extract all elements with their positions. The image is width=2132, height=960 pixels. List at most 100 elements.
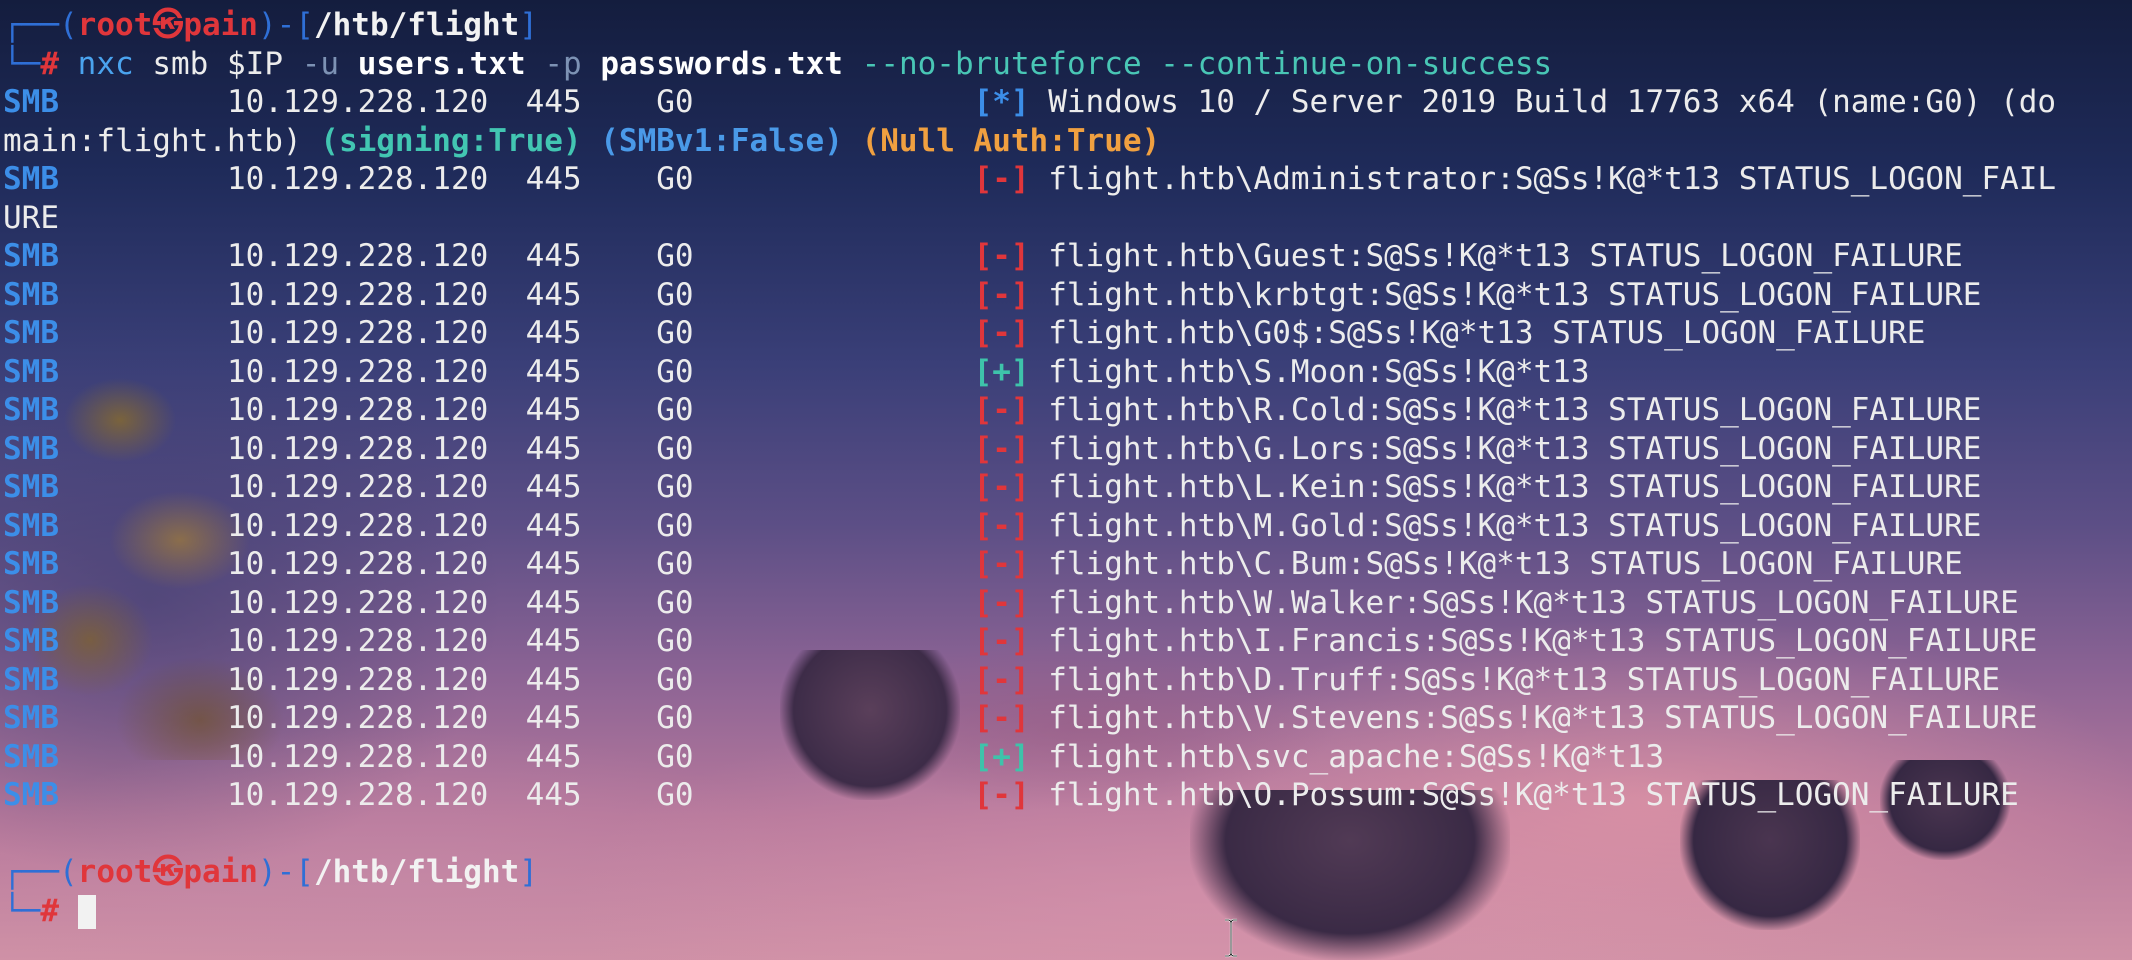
signing-info: (signing:True) xyxy=(320,122,582,159)
domain-info: main:flight.htb) xyxy=(3,122,321,159)
credential-result: flight.htb\krbtgt:S@Ss!K@*t13 STATUS_LOG… xyxy=(1048,276,1982,313)
target-ip: 10.129.228.120 xyxy=(226,623,489,659)
credential-result-wrap: URE xyxy=(3,199,59,236)
target-ip: 10.129.228.120 xyxy=(226,276,489,313)
target-port: 445 xyxy=(525,161,582,197)
block-cursor-icon xyxy=(77,895,96,929)
command-pass-file: passwords.txt xyxy=(600,45,843,82)
target-ip: 10.129.228.120 xyxy=(226,777,489,813)
target-ip: 10.129.228.120 xyxy=(226,430,489,467)
status-tag: [-] xyxy=(973,315,1030,351)
prompt-frame: └─ xyxy=(3,892,41,929)
credential-result: flight.htb\Guest:S@Ss!K@*t13 STATUS_LOGO… xyxy=(1048,238,1963,274)
target-host: G0 xyxy=(656,469,694,505)
os-info: Windows 10 / Server 2019 Build 17763 x64… xyxy=(1048,84,2057,120)
result-row: SMB 10.129.228.120 445 G0 [-] flight.htb… xyxy=(3,699,2132,738)
result-row: SMB 10.129.228.120 445 G0 [+] flight.htb… xyxy=(3,353,2132,392)
proto-label: SMB xyxy=(3,430,59,467)
target-host: G0 xyxy=(656,738,694,775)
result-row: SMB 10.129.228.120 445 G0 [-] flight.htb… xyxy=(3,430,2132,469)
command-user-file: users.txt xyxy=(357,45,526,82)
result-row: SMB 10.129.228.120 445 G0 [-] flight.htb… xyxy=(3,545,2132,584)
command-tool: nxc xyxy=(77,45,134,82)
credential-result: flight.htb\S.Moon:S@Ss!K@*t13 xyxy=(1048,353,1590,390)
status-tag: [-] xyxy=(973,661,1030,698)
result-row: SMB 10.129.228.120 445 G0 [-] flight.htb… xyxy=(3,584,2132,623)
result-row: SMB 10.129.228.120 445 G0 [-] flight.htb… xyxy=(3,237,2132,276)
status-tag: [-] xyxy=(973,238,1030,274)
target-port: 445 xyxy=(525,546,582,582)
result-row: SMB 10.129.228.120 445 G0 [-] flight.htb… xyxy=(3,776,2132,815)
target-host: G0 xyxy=(656,777,694,813)
credential-result: flight.htb\Administrator:S@Ss!K@*t13 STA… xyxy=(1048,161,2057,197)
result-row: SMB 10.129.228.120 445 G0 [+] flight.htb… xyxy=(3,738,2132,777)
target-host: G0 xyxy=(656,238,694,274)
prompt-frame: )-[ xyxy=(257,854,314,890)
status-tag: [-] xyxy=(973,546,1030,582)
credential-result: flight.htb\I.Francis:S@Ss!K@*t13 STATUS_… xyxy=(1048,623,2038,659)
target-host: G0 xyxy=(656,623,694,659)
target-ip: 10.129.228.120 xyxy=(226,507,489,544)
target-host: G0 xyxy=(656,315,694,351)
prompt-user: root xyxy=(77,7,153,43)
prompt-frame: ┌──( xyxy=(3,7,78,43)
command-protocol: smb xyxy=(152,45,209,82)
credential-result: flight.htb\G.Lors:S@Ss!K@*t13 STATUS_LOG… xyxy=(1048,430,1982,467)
target-port: 445 xyxy=(525,738,582,775)
command-target: $IP xyxy=(227,45,284,82)
info-tag: [*] xyxy=(973,84,1030,120)
prompt-symbol: # xyxy=(40,45,59,82)
prompt-frame: ] xyxy=(519,7,538,43)
prompt-header: ┌──(root㉿pain)-[/htb/flight] xyxy=(3,6,2132,45)
proto-label: SMB xyxy=(3,661,59,698)
target-host: G0 xyxy=(656,700,694,736)
target-port: 445 xyxy=(525,315,582,351)
prompt-host: pain xyxy=(183,7,258,43)
input-line[interactable]: └─# xyxy=(3,892,2132,931)
proto-label: SMB xyxy=(3,353,59,390)
terminal-output[interactable]: ┌──(root㉿pain)-[/htb/flight] └─# nxc smb… xyxy=(3,6,2132,930)
target-port: 445 xyxy=(525,507,582,544)
result-row: SMB 10.129.228.120 445 G0 [-] flight.htb… xyxy=(3,468,2132,507)
target-ip: 10.129.228.120 xyxy=(226,469,489,505)
null-auth-info: (Null Auth:True) xyxy=(861,122,1161,159)
target-port: 445 xyxy=(525,777,582,813)
target-host: G0 xyxy=(656,661,694,698)
target-ip: 10.129.228.120 xyxy=(226,700,489,736)
credential-result: flight.htb\W.Walker:S@Ss!K@*t13 STATUS_L… xyxy=(1048,584,2019,621)
credential-result: flight.htb\svc_apache:S@Ss!K@*t13 xyxy=(1048,738,1665,775)
